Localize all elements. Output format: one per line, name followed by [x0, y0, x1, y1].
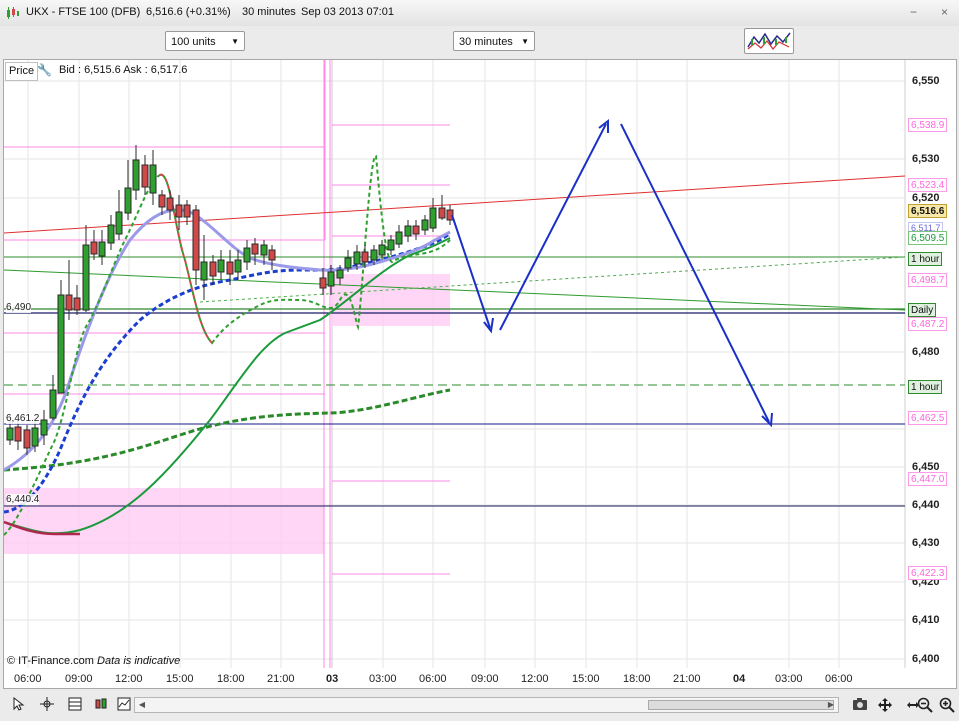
- pivot-tag: 6,523.4: [908, 178, 948, 192]
- x-axis-label: 12:00: [115, 673, 143, 685]
- x-axis-day-label: 04: [733, 673, 746, 685]
- hour-tag: 1 hour: [908, 252, 943, 266]
- y-axis-label: 6,530: [912, 153, 940, 165]
- time-scrollbar[interactable]: ◀ ▶: [134, 697, 839, 713]
- x-axis-label: 03:00: [369, 673, 397, 685]
- x-axis-label: 21:00: [673, 673, 701, 685]
- ma-tag: 6,509.5: [908, 231, 948, 245]
- instrument-title: UKX - FTSE 100 (DFB): [26, 6, 141, 18]
- zoom-in-icon[interactable]: [938, 697, 955, 714]
- chevron-down-icon: ▼: [521, 37, 529, 46]
- pivot-tag: 6,447.0: [908, 472, 948, 486]
- forecast-arrows: [451, 118, 773, 428]
- period-select-value: 30 minutes: [459, 36, 513, 48]
- cursor-icon[interactable]: [9, 696, 26, 714]
- pivot-tag: 6,487.2: [908, 317, 948, 331]
- x-axis-label: 15:00: [572, 673, 600, 685]
- daily-tag: Daily: [908, 303, 937, 317]
- trend-line-green: [3, 269, 906, 311]
- y-axis-label: 6,440: [912, 499, 940, 511]
- indicative-note: Data is indicative: [97, 655, 181, 667]
- copyright-text: © IT-Finance.com: [7, 655, 94, 667]
- wrench-icon[interactable]: 🔧: [37, 63, 52, 77]
- x-axis-label: 09:00: [471, 673, 499, 685]
- period-select[interactable]: 30 minutes ▼: [453, 31, 535, 51]
- units-select[interactable]: 100 units ▼: [165, 31, 245, 51]
- grid: [4, 60, 905, 668]
- pivot-tag: 6,422.3: [908, 566, 948, 580]
- y-axis-label: 6,480: [912, 346, 940, 358]
- indicators-icon: [747, 32, 791, 50]
- level-label: 6,461.2: [6, 413, 40, 424]
- level-label: 6,490: [6, 302, 32, 313]
- app-chart-icon: [7, 7, 19, 19]
- hour-tag: 1 hour: [908, 380, 943, 394]
- pivot-tag: 6,462.5: [908, 411, 948, 425]
- close-button[interactable]: ×: [937, 5, 952, 20]
- x-axis-label: 06:00: [419, 673, 447, 685]
- pivot-tag: 6,498.7: [908, 273, 948, 287]
- last-price: 6,516.6 (+0.31%): [146, 6, 231, 18]
- x-axis-label: 12:00: [521, 673, 549, 685]
- x-axis-label: 18:00: [623, 673, 651, 685]
- scroll-right-icon[interactable]: ▶: [825, 699, 837, 711]
- y-axis-label: 6,400: [912, 653, 940, 665]
- layout-icon[interactable]: [66, 697, 83, 714]
- chevron-down-icon: ▼: [231, 37, 239, 46]
- x-axis-label: 09:00: [65, 673, 93, 685]
- title-datetime: Sep 03 2013 07:01: [301, 6, 394, 18]
- y-axis-label: 6,410: [912, 614, 940, 626]
- indicators-button[interactable]: [744, 28, 794, 54]
- drag-icon[interactable]: [876, 697, 893, 714]
- pivot-zone: [4, 488, 324, 554]
- y-axis-label: 6,430: [912, 537, 940, 549]
- title-interval: 30 minutes: [242, 6, 296, 18]
- price-type-button[interactable]: Price: [5, 62, 39, 81]
- pivot-tag: 6,538.9: [908, 118, 948, 132]
- candle-type-icon[interactable]: [92, 697, 109, 714]
- copyright-notice: © IT-Finance.com Data is indicative: [7, 655, 180, 667]
- y-axis-label: 6,520: [912, 192, 940, 204]
- x-axis-label: 03:00: [775, 673, 803, 685]
- x-axis-label: 15:00: [166, 673, 194, 685]
- x-axis-label: 06:00: [14, 673, 42, 685]
- x-axis-label: 18:00: [217, 673, 245, 685]
- zoom-out-icon[interactable]: [916, 697, 933, 714]
- x-axis-label: 21:00: [267, 673, 295, 685]
- scrollbar-thumb[interactable]: [648, 700, 834, 710]
- last-price-tag: 6,516.6: [908, 204, 948, 218]
- trend-line-green-dashed: [199, 256, 906, 303]
- chart-type-icon[interactable]: [115, 697, 132, 714]
- price-chart[interactable]: [3, 59, 957, 689]
- crosshair-icon[interactable]: [38, 697, 55, 714]
- units-select-value: 100 units: [171, 36, 216, 48]
- title-bar: UKX - FTSE 100 (DFB) 6,516.6 (+0.31%) 30…: [0, 0, 959, 27]
- minimize-button[interactable]: −: [906, 5, 921, 20]
- x-axis-label: 06:00: [825, 673, 853, 685]
- level-label: 6,440.4: [6, 494, 40, 505]
- y-axis-label: 6,550: [912, 75, 940, 87]
- bid-ask-readout: Bid : 6,515.6 Ask : 6,517.6: [59, 64, 188, 76]
- scroll-left-icon[interactable]: ◀: [136, 699, 148, 711]
- x-axis-day-label: 03: [326, 673, 339, 685]
- camera-icon[interactable]: [851, 697, 868, 714]
